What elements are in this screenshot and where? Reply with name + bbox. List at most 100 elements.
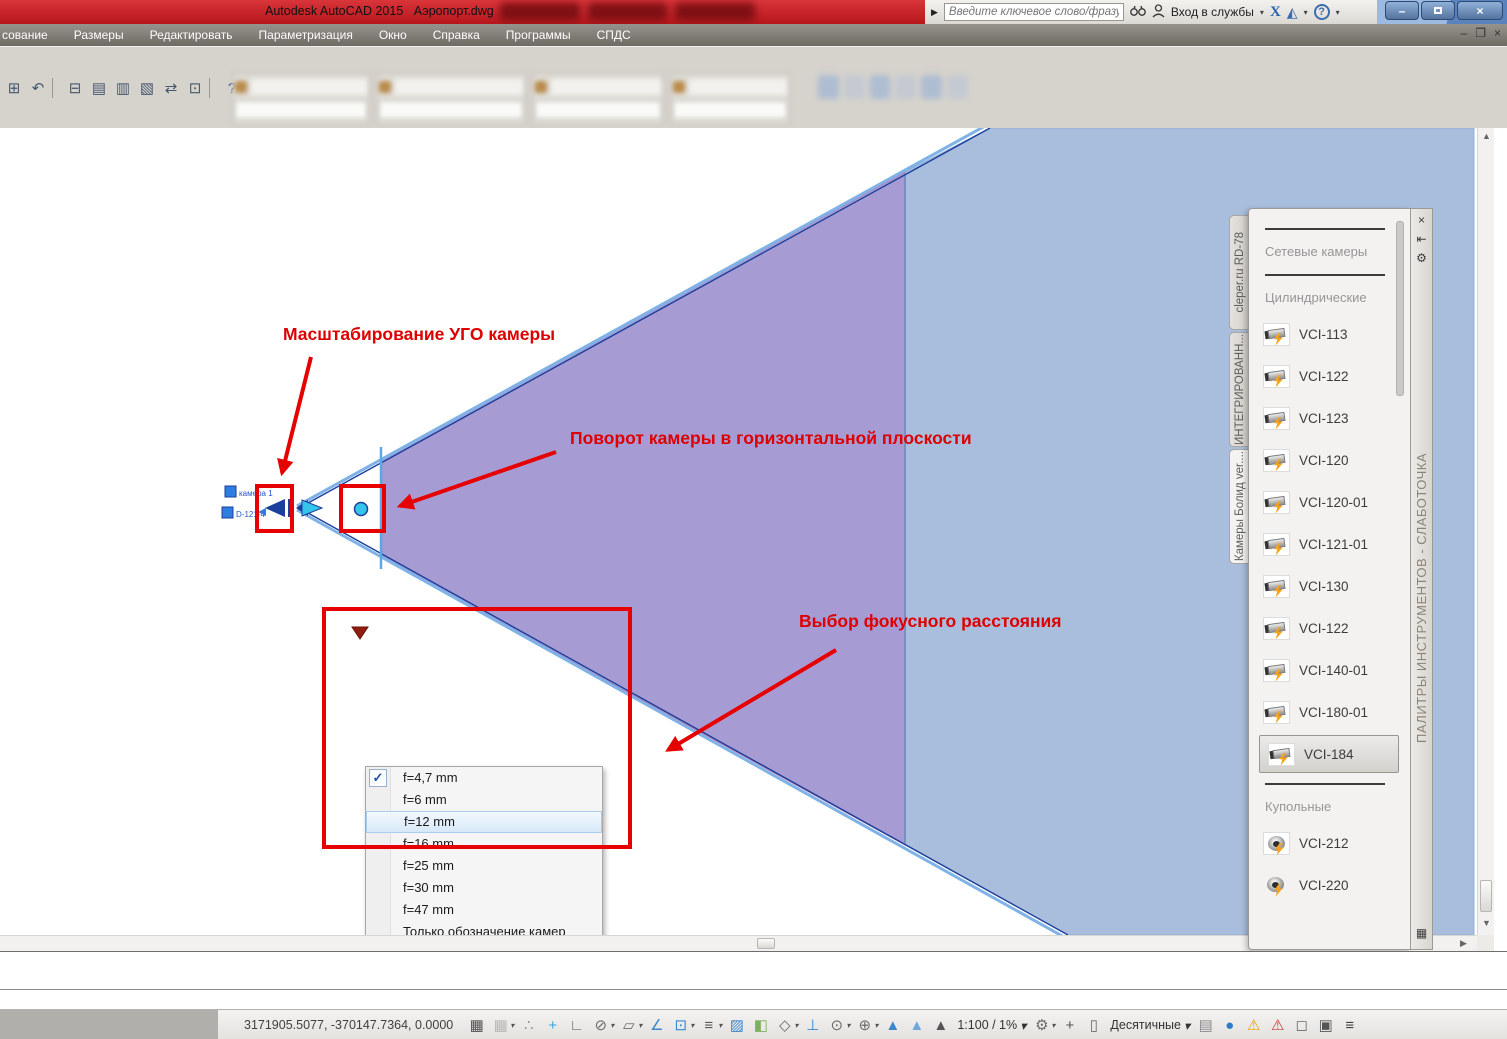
toolbar-button[interactable]: ⊟ [63, 76, 87, 100]
close-button[interactable]: × [1457, 1, 1503, 20]
toolbar-button[interactable]: ▥ [111, 76, 135, 100]
toolbar-button[interactable] [52, 78, 61, 98]
palette-item[interactable]: VCI-212 [1263, 822, 1410, 864]
help-button[interactable]: ? [1314, 4, 1330, 20]
multifunctional-grip[interactable] [352, 627, 368, 639]
doc-close-button[interactable]: × [1494, 26, 1501, 40]
focal-menu-item[interactable]: ✓ f=25 mm [366, 855, 602, 877]
status-toggle[interactable]: ⊕▾ [856, 1016, 878, 1034]
signin-caret-icon[interactable]: ▾ [1260, 8, 1264, 17]
status-toggle[interactable]: + [1061, 1016, 1079, 1034]
palette-tab[interactable]: ИНТЕГРИРОВАНН... [1229, 332, 1249, 447]
palette-autohide-icon[interactable]: ⇤ [1416, 232, 1426, 251]
minimize-button[interactable]: – [1385, 1, 1419, 20]
palette-properties-icon[interactable]: ⚙ [1416, 251, 1427, 270]
palette-item[interactable]: VCI-121-01 [1263, 523, 1410, 565]
toolbar-flyout-arrow[interactable]: ▶ [931, 7, 938, 18]
status-toggle[interactable]: ∟ [568, 1016, 586, 1034]
scroll-right-icon[interactable]: ▶ [1460, 938, 1467, 949]
camera-symbol[interactable]: камера 1 D-121-4 [222, 486, 368, 519]
palette-tab[interactable]: cleper.ru RD-78 [1229, 215, 1249, 330]
status-toggle[interactable]: ▤ [1197, 1016, 1215, 1034]
status-toggle[interactable]: ▱▾ [620, 1016, 642, 1034]
palette-item[interactable]: VCI-113 [1263, 313, 1410, 355]
direction-grip[interactable] [302, 500, 322, 516]
palette-scrollbar[interactable] [1396, 219, 1404, 779]
focal-menu-item[interactable]: ✓ f=6 mm [366, 789, 602, 811]
toolbar-button[interactable]: ▧ [135, 76, 159, 100]
vertical-scrollbar[interactable]: ▲ ▼ [1477, 128, 1494, 935]
toolbar-button[interactable]: ⇄ [159, 76, 183, 100]
status-toggle[interactable]: ⊙▾ [828, 1016, 850, 1034]
communication-center-icon[interactable]: ◭ [1287, 4, 1298, 21]
palette-item[interactable]: VCI-122 [1263, 355, 1410, 397]
scroll-up-icon[interactable]: ▲ [1482, 131, 1491, 141]
communication-caret-icon[interactable]: ▾ [1304, 8, 1308, 17]
palette-item[interactable]: VCI-130 [1263, 565, 1410, 607]
status-toggle[interactable]: ▣ [1317, 1016, 1335, 1034]
command-line-window[interactable] [0, 951, 1507, 1009]
restore-button[interactable] [1421, 1, 1455, 20]
status-toggle[interactable]: ◇▾ [776, 1016, 798, 1034]
menu-item[interactable]: Справка [433, 28, 480, 42]
status-toggle[interactable]: ⚙▾ [1033, 1016, 1055, 1034]
status-toggle[interactable]: ▦ [468, 1016, 486, 1034]
status-toggle[interactable]: ▨ [728, 1016, 746, 1034]
status-toggle[interactable]: ▦▾ [492, 1016, 514, 1034]
menu-item[interactable]: СПДС [597, 28, 631, 42]
annotation-scale-control[interactable]: 1:100 / 1%▾ [957, 1018, 1026, 1033]
palette-item[interactable]: VCI-120-01 [1263, 481, 1410, 523]
status-toggle[interactable]: ▲ [884, 1016, 902, 1034]
exchange-apps-icon[interactable]: X [1270, 4, 1281, 21]
menu-item[interactable]: Размеры [74, 28, 124, 42]
palette-close-icon[interactable]: × [1418, 213, 1425, 232]
help-caret-icon[interactable]: ▾ [1336, 8, 1340, 17]
status-toggle[interactable]: ● [1221, 1016, 1239, 1034]
status-toggle[interactable]: ◧ [752, 1016, 770, 1034]
focal-menu-item[interactable]: ✓ f=16 mm [366, 833, 602, 855]
focal-menu-item[interactable]: ✓ Только обозначение камер [366, 921, 602, 935]
focal-menu-item[interactable]: ✓ f=4,7 mm [366, 767, 602, 789]
palette-tab[interactable]: Камеры Болид ver.... [1229, 449, 1250, 564]
status-toggle[interactable]: ≡▾ [700, 1016, 722, 1034]
search-binoculars-icon[interactable] [1130, 5, 1146, 20]
focal-menu-item[interactable]: ✓ f=47 mm [366, 899, 602, 921]
units-control[interactable]: Десятичные▾ [1110, 1018, 1190, 1033]
status-toggle[interactable]: ⚠ [1269, 1016, 1287, 1034]
palette-item[interactable]: VCI-184 [1259, 735, 1399, 773]
menu-item[interactable]: Параметризация [259, 28, 353, 42]
palette-grid-icon[interactable]: ▦ [1416, 926, 1427, 945]
status-toggle[interactable]: + [544, 1016, 562, 1034]
toolbar-button[interactable]: ▤ [87, 76, 111, 100]
status-toggle[interactable]: ∴ [520, 1016, 538, 1034]
toolbar-button[interactable]: ↶ [26, 76, 50, 100]
palette-scroll-thumb[interactable] [1396, 221, 1404, 396]
status-toggle[interactable]: ⊡▾ [672, 1016, 694, 1034]
fov-near-zone[interactable] [382, 172, 905, 845]
menu-item[interactable]: Окно [379, 28, 407, 42]
rotate-grip[interactable] [355, 503, 368, 516]
focal-menu-item[interactable]: ✓ f=12 mm [366, 811, 602, 833]
scale-grip[interactable] [265, 499, 285, 517]
status-toggle[interactable]: ▲ [932, 1016, 950, 1034]
status-toggle[interactable]: ▯ [1085, 1016, 1103, 1034]
palette-item[interactable]: VCI-123 [1263, 397, 1410, 439]
signin-button[interactable]: Вход в службы [1171, 5, 1254, 19]
palette-item[interactable]: VCI-120 [1263, 439, 1410, 481]
vertical-scroll-thumb[interactable] [1480, 880, 1492, 912]
palette-item[interactable]: VCI-180-01 [1263, 691, 1410, 733]
palette-item[interactable]: VCI-122 [1263, 607, 1410, 649]
search-input[interactable] [944, 3, 1124, 21]
palette-item[interactable]: VCI-140-01 [1263, 649, 1410, 691]
menu-item[interactable]: сование [2, 28, 48, 42]
menu-item[interactable]: Редактировать [150, 28, 233, 42]
horizontal-scroll-thumb[interactable] [757, 938, 775, 949]
doc-minimize-button[interactable]: – [1461, 26, 1468, 40]
status-toggle[interactable]: ◻ [1293, 1016, 1311, 1034]
status-toggle[interactable]: ⚠ [1245, 1016, 1263, 1034]
status-toggle[interactable]: ≡ [1341, 1016, 1359, 1034]
toolbar-button[interactable]: ⊡ [183, 76, 207, 100]
doc-restore-button[interactable]: ❐ [1475, 26, 1486, 40]
status-toggle[interactable]: ∠ [648, 1016, 666, 1034]
status-toggle[interactable]: ▲ [908, 1016, 926, 1034]
